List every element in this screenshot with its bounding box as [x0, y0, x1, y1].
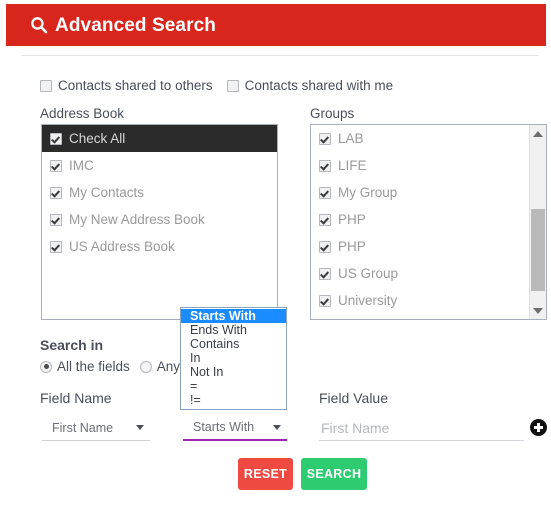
list-item[interactable]: LIFE — [311, 152, 529, 179]
groups-list: LAB LIFE My Group PHP PHP US Group Unive… — [311, 125, 529, 319]
checkbox-contacts-shared-to-others[interactable]: Contacts shared to others — [40, 78, 213, 93]
header-divider — [22, 55, 538, 56]
checkbox-box-icon[interactable] — [40, 79, 52, 92]
list-item[interactable]: My Contacts — [42, 179, 277, 206]
list-item-label: US Group — [338, 266, 399, 281]
list-item-label: PHP — [338, 212, 366, 227]
field-name-select-value: First Name — [52, 420, 114, 435]
list-item[interactable]: PHP — [311, 233, 529, 260]
plus-circle-icon-vertical — [537, 423, 540, 432]
dropdown-option[interactable]: Contains — [181, 337, 286, 351]
groups-listbox[interactable]: LAB LIFE My Group PHP PHP US Group Unive… — [310, 124, 547, 320]
list-item-label: My Contacts — [69, 185, 145, 200]
list-item-label: My New Address Book — [69, 212, 205, 227]
shared-contacts-filters: Contacts shared to others Contacts share… — [40, 78, 407, 93]
list-item-label: My Group — [338, 185, 398, 200]
list-item-label: LIFE — [338, 158, 367, 173]
list-item-label: University — [338, 293, 398, 308]
search-in-label: Search in — [40, 337, 104, 353]
field-value-input[interactable] — [319, 415, 524, 441]
groups-label: Groups — [310, 106, 355, 121]
dropdown-option[interactable]: != — [181, 393, 286, 407]
checkbox-box-icon[interactable] — [226, 79, 239, 92]
list-item-label: IMC — [69, 158, 94, 173]
checkbox-box-icon[interactable] — [50, 159, 62, 172]
checkbox-box-icon[interactable] — [50, 186, 62, 199]
checkbox-label: Contacts shared with me — [244, 78, 394, 93]
field-value-label: Field Value — [319, 390, 389, 406]
checkbox-box-icon[interactable] — [319, 186, 331, 199]
list-item[interactable]: IMC — [42, 152, 277, 179]
scroll-up-arrow-icon[interactable] — [530, 125, 546, 142]
advanced-search-header: Advanced Search — [6, 4, 546, 46]
checkbox-box-icon[interactable] — [319, 240, 331, 253]
list-item-label: Check All — [69, 131, 126, 146]
scrollbar-thumb[interactable] — [531, 209, 545, 291]
list-item[interactable]: Check All — [42, 125, 277, 152]
checkbox-box-icon[interactable] — [50, 132, 62, 145]
add-field-button[interactable] — [530, 419, 547, 436]
checkbox-box-icon[interactable] — [319, 213, 331, 226]
checkbox-box-icon[interactable] — [319, 132, 331, 145]
list-item[interactable]: My New Address Book — [42, 206, 277, 233]
page-title: Advanced Search — [55, 14, 216, 36]
groups-scrollbar[interactable] — [529, 125, 546, 319]
checkbox-box-icon[interactable] — [319, 159, 331, 172]
checkbox-box-icon[interactable] — [50, 240, 62, 253]
operator-dropdown-list[interactable]: Starts With Ends With Contains In Not In… — [180, 307, 287, 410]
list-item[interactable]: LAB — [311, 125, 529, 152]
search-in-options: All the fields Any — [40, 359, 190, 374]
address-book-label: Address Book — [40, 106, 125, 121]
checkbox-contacts-shared-with-me[interactable]: Contacts shared with me — [226, 78, 394, 93]
checkbox-box-icon[interactable] — [319, 294, 331, 307]
address-book-list: Check All IMC My Contacts My New Address… — [42, 125, 277, 319]
list-item-label: PHP — [338, 239, 366, 254]
dropdown-option[interactable]: Not In — [181, 365, 286, 379]
dropdown-option[interactable]: = — [181, 379, 286, 393]
reset-button[interactable]: RESET — [238, 458, 293, 490]
list-item[interactable]: My Group — [311, 179, 529, 206]
checkbox-label: Contacts shared to others — [58, 78, 213, 93]
list-item[interactable]: US Group — [311, 260, 529, 287]
dropdown-option[interactable]: In — [181, 351, 286, 365]
checkbox-box-icon[interactable] — [50, 213, 62, 226]
radio-label: All the fields — [57, 359, 130, 374]
search-button[interactable]: SEARCH — [301, 458, 367, 490]
list-item-label: US Address Book — [69, 239, 175, 254]
field-name-label: Field Name — [40, 390, 112, 406]
radio-label: Any — [156, 359, 181, 374]
radio-dot-icon[interactable] — [40, 360, 52, 373]
list-item-label: LAB — [338, 131, 364, 146]
chevron-down-icon — [136, 425, 144, 430]
chevron-down-icon — [273, 424, 281, 430]
radio-all-the-fields[interactable]: All the fields — [40, 359, 130, 374]
list-item[interactable]: PHP — [311, 206, 529, 233]
search-icon — [30, 16, 48, 34]
dropdown-option[interactable]: Starts With — [181, 309, 286, 323]
operator-select[interactable]: Starts With — [183, 415, 287, 441]
radio-dot-icon[interactable] — [139, 360, 152, 373]
address-book-listbox[interactable]: Check All IMC My Contacts My New Address… — [41, 124, 278, 320]
field-name-select[interactable]: First Name — [42, 415, 150, 441]
list-item[interactable]: University — [311, 287, 529, 314]
dropdown-option[interactable]: Ends With — [181, 323, 286, 337]
checkbox-box-icon[interactable] — [319, 267, 331, 280]
scroll-down-arrow-icon[interactable] — [530, 302, 546, 319]
list-item[interactable]: US Address Book — [42, 233, 277, 260]
operator-select-value: Starts With — [193, 420, 255, 434]
radio-any-field[interactable]: Any — [139, 359, 181, 374]
